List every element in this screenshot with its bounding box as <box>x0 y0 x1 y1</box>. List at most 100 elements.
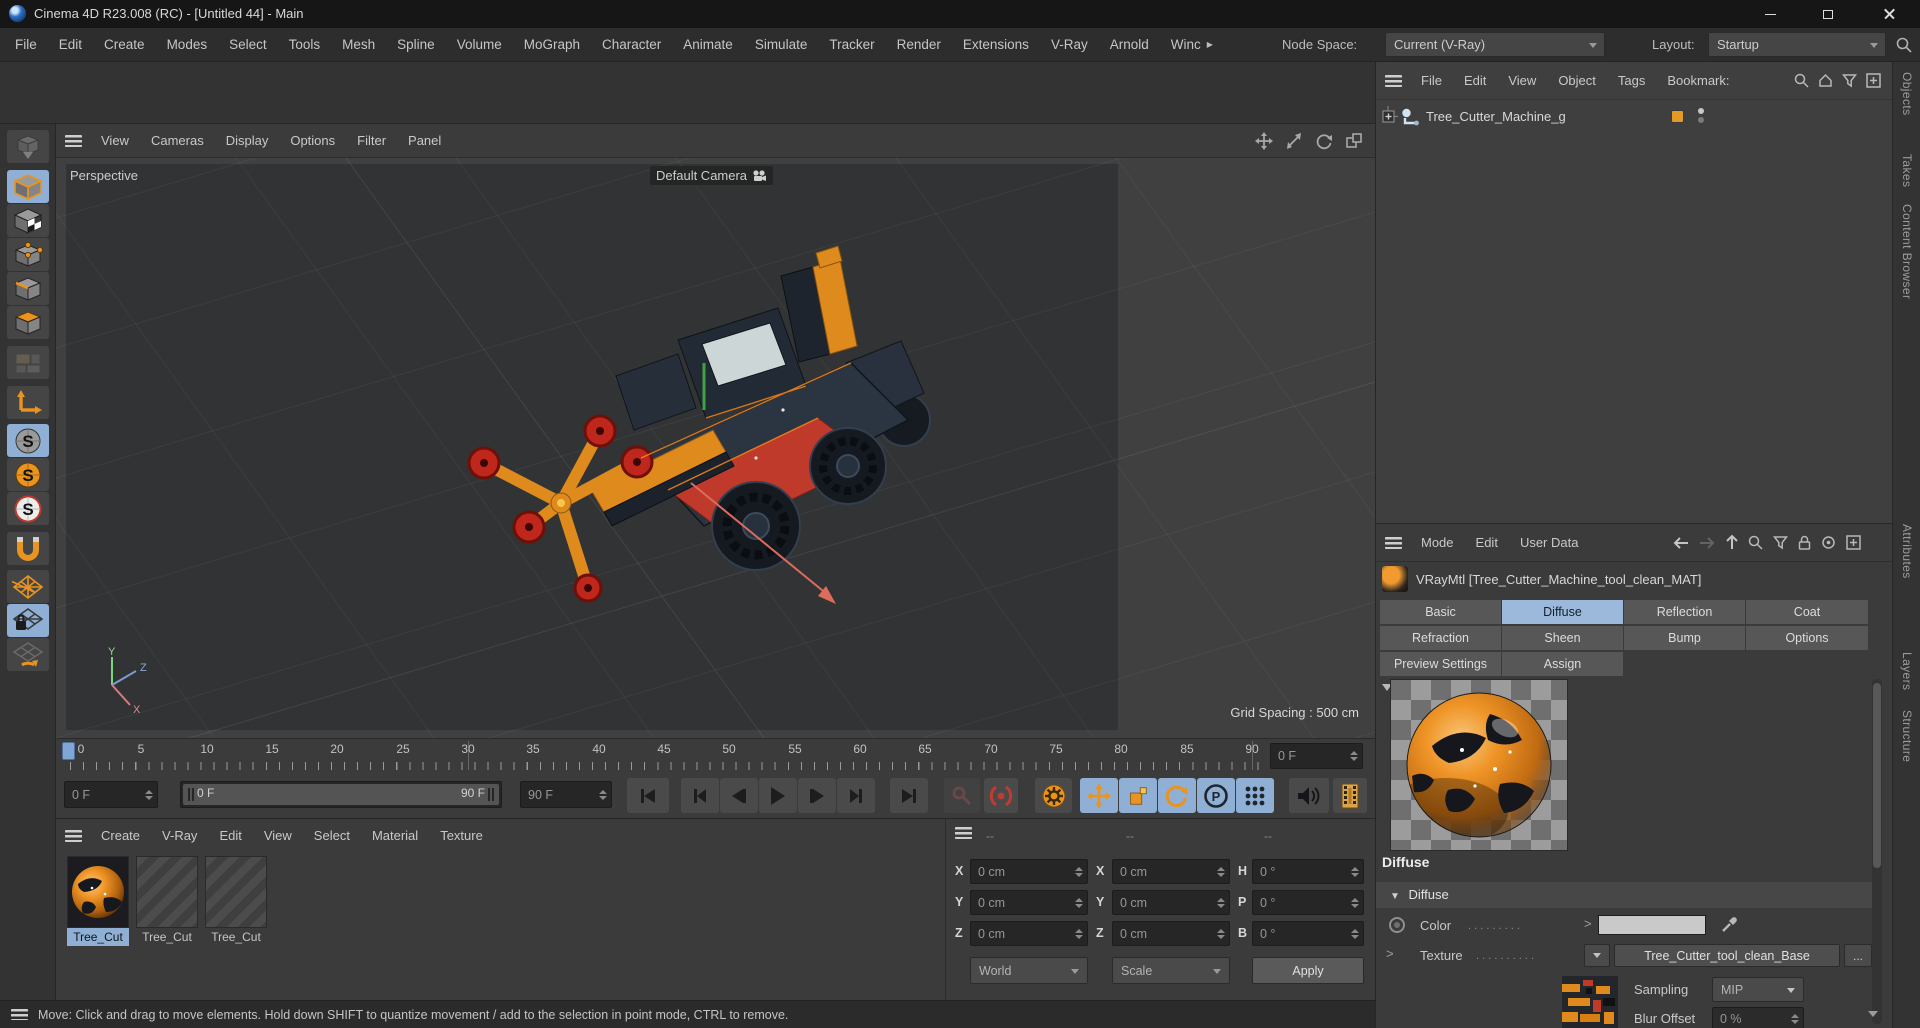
camera-label[interactable]: Default Camera <box>650 166 773 185</box>
attr-menu-icon[interactable] <box>1376 537 1410 549</box>
next-frame-button[interactable] <box>798 778 836 813</box>
tab-objects[interactable]: Objects <box>1900 72 1914 115</box>
tab-sheen[interactable]: Sheen <box>1502 626 1623 650</box>
vp-menu-cameras[interactable]: Cameras <box>140 124 215 158</box>
layout-select[interactable]: Startup <box>1708 32 1886 57</box>
mat-menu-material[interactable]: Material <box>361 819 429 853</box>
material-label[interactable]: Tree_Cut <box>67 928 129 946</box>
tab-options[interactable]: Options <box>1746 626 1868 650</box>
autokey-position-toggle[interactable] <box>1080 778 1118 813</box>
menu-tools[interactable]: Tools <box>278 28 332 61</box>
layer-color-chip[interactable] <box>1671 110 1684 123</box>
snap-2d-button[interactable]: S <box>7 492 49 525</box>
autokey-rotation-toggle[interactable] <box>1158 778 1196 813</box>
timeline-ruler[interactable]: 0 5 10 15 20 25 30 35 40 45 50 55 60 65 … <box>56 738 1375 772</box>
color-expand[interactable]: > <box>1584 916 1592 931</box>
scale-x-field[interactable]: 0 cm <box>1112 859 1230 884</box>
menu-mesh[interactable]: Mesh <box>331 28 386 61</box>
range-start-grip[interactable] <box>188 788 190 801</box>
view-pan-icon[interactable] <box>1253 130 1275 152</box>
magnet-snap-button[interactable] <box>7 532 49 565</box>
scroll-down-icon[interactable] <box>1868 1011 1878 1017</box>
om-menu-bookmarks[interactable]: Bookmark: <box>1656 64 1740 98</box>
tab-bump[interactable]: Bump <box>1624 626 1745 650</box>
attr-menu-edit[interactable]: Edit <box>1465 526 1509 560</box>
menu-tracker[interactable]: Tracker <box>818 28 885 61</box>
goto-start-button[interactable] <box>627 778 669 813</box>
material-item[interactable]: Tree_Cut <box>67 856 129 946</box>
node-space-select[interactable]: Current (V-Ray) <box>1385 32 1605 57</box>
material-label[interactable]: Tree_Cut <box>136 928 198 946</box>
material-item[interactable]: Tree_Cut <box>205 856 267 946</box>
edge-mode-button[interactable] <box>7 272 49 305</box>
tab-assign[interactable]: Assign <box>1502 652 1623 676</box>
prev-frame-button[interactable] <box>720 778 758 813</box>
workplane-button[interactable] <box>7 570 49 603</box>
search-icon[interactable] <box>1895 36 1913 54</box>
texture-mode-button[interactable] <box>7 204 49 237</box>
eyedropper-icon[interactable] <box>1720 914 1740 934</box>
menu-extensions[interactable]: Extensions <box>952 28 1040 61</box>
status-menu-icon[interactable] <box>4 1009 34 1020</box>
minimize-button[interactable] <box>1742 0 1798 28</box>
menu-simulate[interactable]: Simulate <box>744 28 819 61</box>
texture-expand[interactable]: > <box>1386 946 1394 961</box>
transform-mode-select[interactable]: Scale <box>1112 957 1230 984</box>
texture-browse-button[interactable]: ... <box>1844 944 1872 967</box>
om-menu-view[interactable]: View <box>1497 64 1547 98</box>
point-mode-button[interactable] <box>7 238 49 271</box>
axis-mode-button[interactable] <box>7 386 49 419</box>
view-toggle-icon[interactable] <box>1343 130 1365 152</box>
target-icon[interactable] <box>1820 534 1837 551</box>
mat-menu-vray[interactable]: V-Ray <box>151 819 208 853</box>
vp-menu-display[interactable]: Display <box>215 124 280 158</box>
vp-menu-view[interactable]: View <box>90 124 140 158</box>
tab-attributes[interactable]: Attributes <box>1900 524 1914 579</box>
menu-vray[interactable]: V-Ray <box>1040 28 1099 61</box>
vp-menu-panel[interactable]: Panel <box>397 124 452 158</box>
color-swatch[interactable] <box>1598 915 1706 935</box>
coords-menu-icon[interactable] <box>946 827 980 839</box>
rotation-p-field[interactable]: 0 ° <box>1252 890 1364 915</box>
sound-toggle-button[interactable] <box>1289 778 1329 813</box>
tab-content-browser[interactable]: Content Browser <box>1900 204 1914 299</box>
material-label[interactable]: Tree_Cut <box>205 928 267 946</box>
mat-menu-texture[interactable]: Texture <box>429 819 494 853</box>
menu-window[interactable]: Winc <box>1160 28 1203 61</box>
scale-y-field[interactable]: 0 cm <box>1112 890 1230 915</box>
enable-dot-bottom[interactable] <box>1698 117 1704 123</box>
close-button[interactable] <box>1858 0 1920 28</box>
menu-select[interactable]: Select <box>218 28 278 61</box>
polygon-mode-button[interactable] <box>7 306 49 339</box>
tab-coat[interactable]: Coat <box>1746 600 1868 624</box>
material-menu-icon[interactable] <box>56 830 90 842</box>
texture-dropdown-button[interactable] <box>1584 944 1610 967</box>
position-y-field[interactable]: 0 cm <box>970 890 1088 915</box>
spinner[interactable] <box>145 790 153 800</box>
menu-edit[interactable]: Edit <box>48 28 93 61</box>
scale-z-field[interactable]: 0 cm <box>1112 921 1230 946</box>
texture-thumbnail[interactable] <box>1562 976 1618 1028</box>
om-menu-edit[interactable]: Edit <box>1453 64 1497 98</box>
attributes-scrollbar[interactable] <box>1872 679 1882 1024</box>
om-menu-tags[interactable]: Tags <box>1607 64 1656 98</box>
snap-3d-button[interactable]: S <box>7 458 49 491</box>
forward-icon[interactable] <box>1698 535 1717 551</box>
attr-menu-mode[interactable]: Mode <box>1410 526 1465 560</box>
spinner[interactable] <box>599 790 607 800</box>
rotation-b-field[interactable]: 0 ° <box>1252 921 1364 946</box>
menu-file[interactable]: File <box>4 28 48 61</box>
om-menu-icon[interactable] <box>1376 75 1410 87</box>
tab-reflection[interactable]: Reflection <box>1624 600 1745 624</box>
om-menu-file[interactable]: File <box>1410 64 1453 98</box>
model-mode-button[interactable] <box>7 170 49 203</box>
view-label[interactable]: Perspective <box>70 168 138 183</box>
menu-create[interactable]: Create <box>93 28 156 61</box>
menu-animate[interactable]: Animate <box>672 28 744 61</box>
object-row[interactable]: Tree_Cutter_Machine_g <box>1376 106 1893 130</box>
filter-icon[interactable] <box>1772 534 1789 551</box>
menu-volume[interactable]: Volume <box>446 28 513 61</box>
attr-menu-userdata[interactable]: User Data <box>1509 526 1590 560</box>
record-key-button[interactable] <box>944 778 980 813</box>
enable-dot-top[interactable] <box>1698 108 1704 114</box>
